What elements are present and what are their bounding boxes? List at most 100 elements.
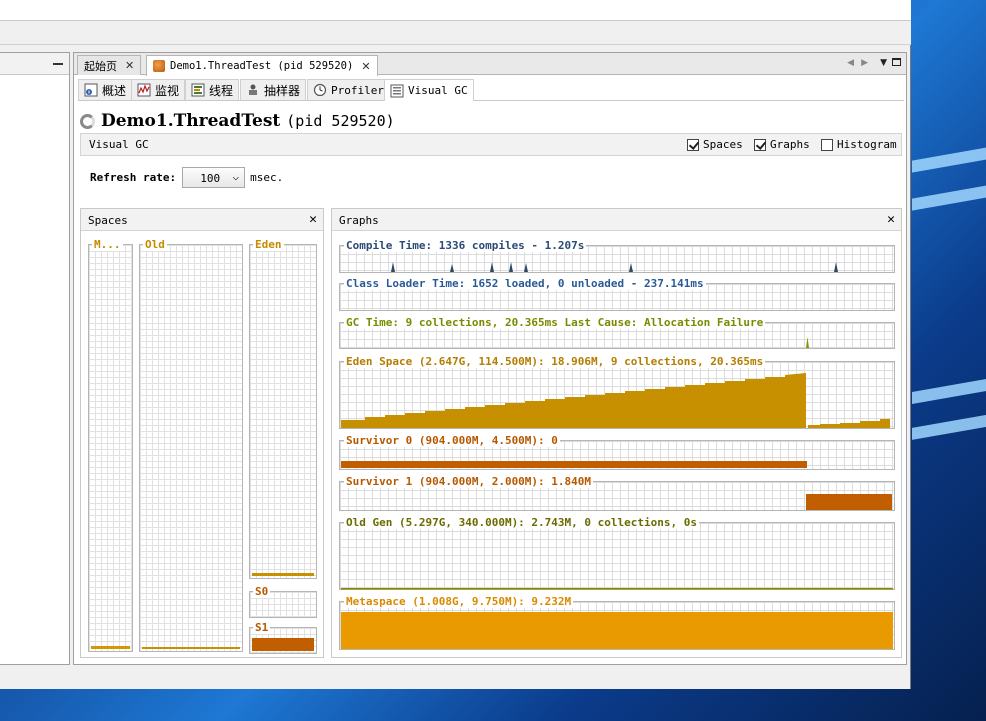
spaces-checkbox[interactable]: Spaces — [687, 138, 743, 151]
desktop-light-beam — [912, 412, 986, 440]
info-icon — [84, 83, 98, 97]
page-title: Demo1.ThreadTest (pid 529520) — [80, 111, 395, 131]
app-window: 起始页 ✕ Demo1.ThreadTest (pid 529520) ✕ ◀ … — [0, 0, 911, 689]
loading-spinner-icon — [80, 113, 95, 129]
survivor1-area — [806, 494, 892, 510]
graphs-panel: Graphs ✕ Compile Time: 1336 compiles - 1… — [331, 208, 902, 658]
spaces-panel-header: Spaces ✕ — [81, 209, 323, 231]
tab-profiler[interactable]: Profiler — [307, 79, 390, 100]
scroll-right-icon[interactable]: ▶ — [861, 58, 868, 68]
graph-compile-time: Compile Time: 1336 compiles - 1.207s — [339, 239, 895, 273]
visual-gc-icon — [390, 84, 404, 97]
tab-thread-test[interactable]: Demo1.ThreadTest (pid 529520) ✕ — [146, 55, 378, 76]
minimize-icon[interactable] — [53, 63, 63, 65]
close-icon[interactable]: ✕ — [361, 60, 370, 73]
metaspace-area — [341, 612, 893, 649]
spaces-panel: Spaces ✕ M... Old Eden S0 S1 — [80, 208, 324, 658]
checkbox-label: Histogram — [837, 138, 897, 151]
graph-metaspace: Metaspace (1.008G, 9.750M): 9.232M — [339, 595, 895, 650]
desktop-light-beam — [912, 177, 986, 211]
tab-overview[interactable]: 概述 — [78, 79, 133, 100]
close-icon[interactable]: ✕ — [309, 212, 317, 227]
tab-sampler[interactable]: 抽样器 — [240, 79, 307, 100]
profiler-clock-icon — [313, 83, 327, 97]
tab-label: 抽样器 — [264, 83, 301, 98]
tab-start-page[interactable]: 起始页 ✕ — [77, 55, 142, 75]
checkbox-icon[interactable] — [687, 138, 699, 151]
tab-label: Visual GC — [408, 84, 468, 97]
close-icon[interactable]: ✕ — [125, 59, 134, 72]
graphs-panel-header: Graphs ✕ — [332, 209, 901, 231]
space-label: M... — [92, 238, 123, 251]
compile-spikes — [391, 262, 838, 272]
tab-label: 监视 — [155, 83, 180, 98]
threads-icon — [191, 83, 205, 97]
maximize-icon[interactable] — [892, 58, 901, 66]
refresh-rate-unit: msec. — [250, 171, 284, 184]
visual-gc-label: Visual GC — [89, 138, 149, 151]
document-tabs: 起始页 ✕ Demo1.ThreadTest (pid 529520) ✕ ◀ … — [74, 53, 906, 76]
graph-old-gen: Old Gen (5.297G, 340.000M): 2.743M, 0 co… — [339, 516, 895, 590]
dropdown-icon[interactable]: ▼ — [880, 58, 887, 68]
eden-area — [341, 373, 890, 428]
survivor0-area — [341, 461, 807, 468]
menu-bar — [0, 0, 911, 21]
toolbar — [0, 21, 911, 45]
space-label: S0 — [253, 585, 271, 598]
desktop-light-beam — [912, 139, 986, 173]
checkbox-label: Spaces — [703, 138, 743, 151]
space-label: Eden — [253, 238, 284, 251]
scroll-left-icon[interactable]: ◀ — [847, 58, 854, 68]
tab-label: Profiler — [331, 83, 384, 97]
gc-spikes — [806, 337, 809, 348]
tab-threads[interactable]: 线程 — [185, 79, 240, 100]
refresh-rate-control: Refresh rate: 100 ⌵ msec. — [90, 167, 283, 188]
space-old: Old — [139, 238, 243, 652]
java-icon — [153, 60, 165, 72]
tab-label: Demo1.ThreadTest (pid 529520) — [170, 60, 354, 72]
desktop-light-beam — [912, 377, 986, 405]
monitor-chart-icon — [137, 83, 151, 97]
visual-gc-toolbar: Visual GC Spaces Graphs Histogram — [80, 133, 902, 156]
main-panel: 起始页 ✕ Demo1.ThreadTest (pid 529520) ✕ ◀ … — [73, 52, 907, 665]
checkbox-icon[interactable] — [821, 138, 833, 151]
space-label: Old — [143, 238, 167, 251]
tab-label: 概述 — [102, 83, 127, 98]
left-panel — [0, 52, 70, 665]
space-survivor-0: S0 — [249, 585, 317, 618]
space-label: S1 — [253, 621, 271, 634]
refresh-rate-value: 100 — [200, 172, 221, 185]
graph-class-loader: Class Loader Time: 1652 loaded, 0 unload… — [339, 277, 895, 311]
graph-survivor-1: Survivor 1 (904.000M, 2.000M): 1.840M — [339, 475, 895, 511]
space-fill — [91, 646, 130, 649]
space-survivor-1: S1 — [249, 621, 317, 654]
tab-monitor[interactable]: 监视 — [131, 79, 186, 100]
chevron-down-icon: ⌵ — [232, 170, 240, 183]
checkbox-icon[interactable] — [754, 138, 766, 151]
space-fill — [252, 638, 314, 651]
left-panel-header — [0, 53, 69, 75]
app-name: Demo1.ThreadTest — [101, 111, 281, 131]
space-eden: Eden — [249, 238, 317, 579]
space-fill — [252, 573, 314, 576]
space-fill — [142, 647, 240, 649]
tab-label: 线程 — [209, 83, 234, 98]
checkbox-label: Graphs — [770, 138, 810, 151]
close-icon[interactable]: ✕ — [887, 212, 895, 227]
tab-visual-gc[interactable]: Visual GC — [384, 79, 474, 101]
tab-label: 起始页 — [84, 59, 117, 73]
graphs-checkbox[interactable]: Graphs — [754, 138, 810, 151]
panel-title: Graphs — [339, 214, 379, 227]
histogram-checkbox[interactable]: Histogram — [821, 138, 897, 151]
process-id: (pid 529520) — [286, 112, 395, 130]
graph-eden-space: Eden Space (2.647G, 114.500M): 18.906M, … — [339, 355, 895, 429]
old-gen-area — [341, 588, 893, 590]
refresh-rate-select[interactable]: 100 ⌵ — [182, 167, 246, 188]
graph-gc-time: GC Time: 9 collections, 20.365ms Last Ca… — [339, 316, 895, 349]
graph-label: Class Loader Time: 1652 loaded, 0 unload… — [344, 277, 706, 290]
sampler-icon — [249, 84, 257, 95]
panel-title: Spaces — [88, 214, 128, 227]
space-metaspace: M... — [88, 238, 133, 652]
view-tabs: 概述 监视 线程 抽样器 Profiler Visual GC — [78, 77, 904, 101]
refresh-rate-label: Refresh rate: — [90, 171, 177, 184]
